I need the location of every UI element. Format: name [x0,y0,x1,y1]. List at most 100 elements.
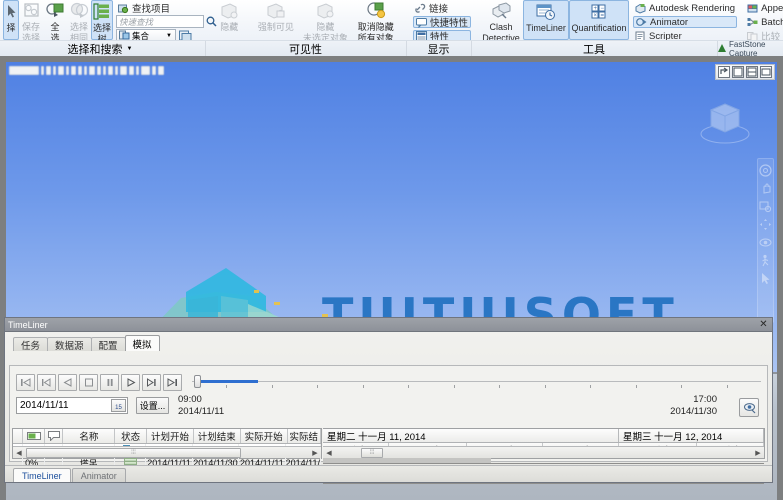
selection-search-small-items: 查找项目 快速查找 集合 ▼ [116,0,217,42]
tile-icon[interactable] [760,66,772,78]
selection-tree-icon [92,2,112,23]
col-planned-start[interactable]: 计划开始 [147,429,194,443]
pan-icon[interactable] [759,182,772,195]
scroll-left-icon[interactable]: ◀ [13,447,25,458]
col-comment-icon[interactable] [45,429,63,443]
col-name[interactable]: 名称 [63,429,115,443]
timeliner-button[interactable]: TimeLiner [523,0,569,40]
tab-tasks[interactable]: 任务 [13,337,48,351]
hide-unselected-button[interactable]: 隐藏 未选定对象 [300,0,350,40]
jump-to-start-button[interactable] [16,374,35,391]
slider-track [192,381,761,382]
select-arrow-icon[interactable] [759,272,772,285]
task-table-hscrollbar[interactable]: ◀ ⦙⦙⦙ ▶ [13,446,321,458]
col-progress-icon[interactable] [23,429,45,443]
timeliner-title: TimeLiner [8,320,758,330]
quantification-label: Quantification [571,24,626,34]
unhide-all-icon [364,1,388,22]
maximize-icon[interactable] [732,66,744,78]
col-expand[interactable] [13,429,23,443]
dock-tab-timeliner[interactable]: TimeLiner [13,468,71,482]
viewport-toolbar[interactable] [6,62,198,78]
zoom-window-icon[interactable] [759,200,772,213]
save-selection-button[interactable]: 保存 选择 [19,0,43,40]
timeliner-icon [534,2,558,23]
viewport-window-controls[interactable] [715,64,775,80]
simulation-date-row: 2014/11/11 15 设置... 09:00 2014/11/11 17:… [16,396,761,424]
pause-button[interactable] [100,374,119,391]
step-back-button[interactable] [37,374,56,391]
select-button[interactable]: 择 [3,0,19,40]
quick-find-input[interactable]: 快速查找 [116,15,204,28]
selection-tree-button[interactable]: 选择 树 [91,0,113,40]
group-label-display: 显示 [406,41,470,57]
hscroll-thumb[interactable]: ⦙⦙⦙ [26,448,241,458]
slider-ticks [192,385,761,390]
hide-button[interactable]: 隐藏 [207,0,252,40]
save-selection-label-top: 保存 [22,23,40,33]
jump-to-end-button[interactable] [163,374,182,391]
chevron-down-icon[interactable]: ▼ [127,46,133,52]
links-item[interactable]: 链接 [413,2,471,14]
restore-icon[interactable] [718,66,730,78]
autodesk-rendering-item[interactable]: Autodesk Rendering [633,2,737,14]
orbit-icon[interactable] [759,218,772,231]
calendar-icon[interactable]: 15 [111,399,126,412]
svg-text:=: = [601,13,605,19]
simulation-end-label: 17:00 2014/11/30 [670,394,717,418]
select-all-button[interactable]: 全 选 [43,0,67,40]
scroll-left-icon[interactable]: ◀ [323,447,335,458]
hscroll-thumb[interactable]: ⦙⦙⦙ [361,448,383,458]
clash-detective-button[interactable]: Clash Detective [479,0,523,40]
hide-unselected-label-top: 隐藏 [316,23,334,33]
slider-fill [198,380,258,383]
quantification-button[interactable]: + − × = Quantification [569,0,629,40]
split-icon[interactable] [746,66,758,78]
select-same-button[interactable]: 选择 相同对象 [67,0,91,40]
col-actual-end[interactable]: 实际结 [288,429,321,443]
faststone-capture-indicator: FastStone Capture [717,41,783,57]
start-date: 2014/11/11 [178,406,224,418]
tools-small-items-col2: Appearance Profiler Batch Utility 比较 [745,0,783,42]
svg-text:−: − [601,6,605,12]
force-visible-label: 强制可见 [258,23,294,33]
stop-button[interactable] [79,374,98,391]
batch-utility-item[interactable]: Batch Utility [745,16,783,28]
view-settings-button[interactable] [739,398,759,417]
appearance-profiler-item[interactable]: Appearance Profiler [745,2,783,14]
dock-tab-animator[interactable]: Animator [72,468,126,482]
group-label-visibility: 可见性 [205,41,405,57]
tab-configure[interactable]: 配置 [91,337,126,351]
col-status[interactable]: 状态 [115,429,147,443]
select-same-icon [67,1,91,22]
navigation-bar[interactable] [757,158,774,323]
quick-properties-item[interactable]: 快捷特性 [413,16,471,28]
scroll-right-icon[interactable]: ▶ [752,447,764,458]
timeliner-titlebar[interactable]: TimeLiner ✕ [5,318,772,332]
unhide-all-label-top: 取消隐藏 [358,23,394,33]
close-icon[interactable]: ✕ [758,319,769,330]
play-button[interactable] [121,374,140,391]
find-items-item[interactable]: 查找项目 [116,2,217,14]
gantt-day-1: 星期二 十一月 11, 2014 [323,429,619,442]
viewcube[interactable] [699,94,751,146]
quick-properties-label: 快捷特性 [430,15,468,29]
force-visible-button[interactable]: 强制可见 [252,0,301,40]
simulation-slider[interactable] [192,373,761,391]
tab-datasources[interactable]: 数据源 [47,337,92,351]
play-backward-button[interactable] [58,374,77,391]
tab-simulate[interactable]: 模拟 [125,335,160,351]
step-forward-button[interactable] [142,374,161,391]
gantt-hscrollbar[interactable]: ◀ ⦙⦙⦙ ▶ [323,446,764,458]
ribbon-group-display: 链接 快捷特性 特性 [408,0,472,40]
simulation-date-field[interactable]: 2014/11/11 15 [16,397,128,414]
unhide-all-button[interactable]: 取消隐藏 所有对象 [351,0,401,40]
steering-wheel-icon[interactable] [759,164,772,177]
settings-button[interactable]: 设置... [136,397,169,414]
scroll-right-icon[interactable]: ▶ [309,447,321,458]
walk-icon[interactable] [759,254,772,267]
look-around-icon[interactable] [759,236,772,249]
col-planned-end[interactable]: 计划结束 [194,429,241,443]
animator-item[interactable]: Animator [633,16,737,28]
col-actual-start[interactable]: 实际开始 [241,429,288,443]
